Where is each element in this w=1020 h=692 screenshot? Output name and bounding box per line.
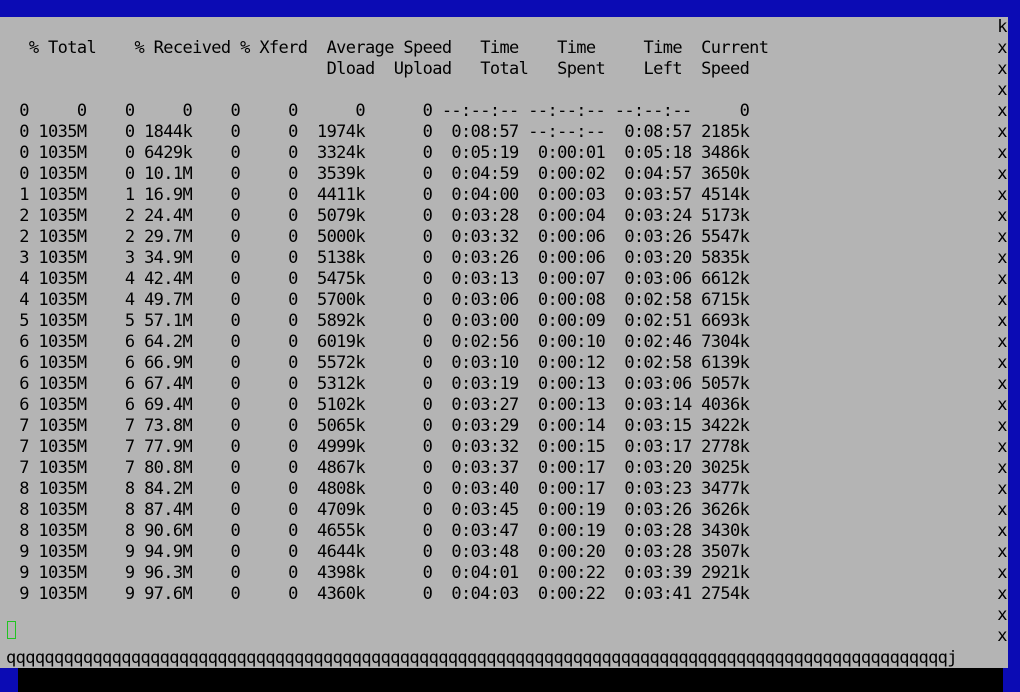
progress-line: 6 1035M 6 67.4M 0 0 5312k 0 0:03:19 0:00… xyxy=(0,374,750,394)
right-border-char: x xyxy=(997,227,1007,247)
progress-line: 2 1035M 2 29.7M 0 0 5000k 0 0:03:32 0:00… xyxy=(0,227,750,247)
right-border-char: x xyxy=(997,500,1007,520)
terminal-window[interactable]: % Total % Received % Xferd Average Speed… xyxy=(0,17,1008,668)
progress-line: 9 1035M 9 96.3M 0 0 4398k 0 0:04:01 0:00… xyxy=(0,563,750,583)
progress-line: 8 1035M 8 90.6M 0 0 4655k 0 0:03:47 0:00… xyxy=(0,521,750,541)
right-border-char: x xyxy=(997,458,1007,478)
progress-line: 9 1035M 9 97.6M 0 0 4360k 0 0:04:03 0:00… xyxy=(0,584,750,604)
progress-line: 1 1035M 1 16.9M 0 0 4411k 0 0:04:00 0:00… xyxy=(0,185,750,205)
progress-line: 4 1035M 4 49.7M 0 0 5700k 0 0:03:06 0:00… xyxy=(0,290,750,310)
progress-line: 2 1035M 2 24.4M 0 0 5079k 0 0:03:28 0:00… xyxy=(0,206,750,226)
right-border-column: kxxxxxxxxxxxxxxxxxxxxxxxxxxxxx xyxy=(995,17,1009,647)
progress-line: 6 1035M 6 66.9M 0 0 5572k 0 0:03:10 0:00… xyxy=(0,353,750,373)
right-border-char: x xyxy=(997,479,1007,499)
right-border-char: x xyxy=(997,38,1007,58)
right-border-char: x xyxy=(997,80,1007,100)
progress-line: 6 1035M 6 64.2M 0 0 6019k 0 0:02:56 0:00… xyxy=(0,332,750,352)
right-border-char: x xyxy=(997,563,1007,583)
right-border-char: x xyxy=(997,521,1007,541)
progress-line: 6 1035M 6 69.4M 0 0 5102k 0 0:03:27 0:00… xyxy=(0,395,750,415)
progress-line: 7 1035M 7 73.8M 0 0 5065k 0 0:03:29 0:00… xyxy=(0,416,750,436)
bottom-border-line: qqqqqqqqqqqqqqqqqqqqqqqqqqqqqqqqqqqqqqqq… xyxy=(6,648,958,668)
right-border-char: x xyxy=(997,353,1007,373)
right-border-char: x xyxy=(997,395,1007,415)
header-line: % Total % Received % Xferd Average Speed… xyxy=(0,38,769,58)
right-border-char: x xyxy=(997,311,1007,331)
right-border-char: x xyxy=(997,206,1007,226)
progress-line: 0 1035M 0 10.1M 0 0 3539k 0 0:04:59 0:00… xyxy=(0,164,750,184)
progress-line: 0 1035M 0 1844k 0 0 1974k 0 0:08:57 --:-… xyxy=(0,122,750,142)
progress-line: 8 1035M 8 87.4M 0 0 4709k 0 0:03:45 0:00… xyxy=(0,500,750,520)
status-bar xyxy=(18,668,1003,692)
right-border-char: x xyxy=(997,164,1007,184)
progress-line: 5 1035M 5 57.1M 0 0 5892k 0 0:03:00 0:00… xyxy=(0,311,750,331)
right-border-char: x xyxy=(997,584,1007,604)
right-border-char: x xyxy=(997,332,1007,352)
progress-line: 0 0 0 0 0 0 0 0 --:--:-- --:--:-- --:--:… xyxy=(0,101,750,121)
right-border-char: x xyxy=(997,437,1007,457)
progress-line: 9 1035M 9 94.9M 0 0 4644k 0 0:03:48 0:00… xyxy=(0,542,750,562)
right-border-char: x xyxy=(997,143,1007,163)
progress-line: 8 1035M 8 84.2M 0 0 4808k 0 0:03:40 0:00… xyxy=(0,479,750,499)
progress-line: 3 1035M 3 34.9M 0 0 5138k 0 0:03:26 0:00… xyxy=(0,248,750,268)
right-border-char: x xyxy=(997,122,1007,142)
right-border-char: x xyxy=(997,542,1007,562)
header-line: Dload Upload Total Spent Left Speed xyxy=(0,59,750,79)
right-border-char: x xyxy=(997,185,1007,205)
terminal-cursor xyxy=(7,621,16,639)
progress-line: 7 1035M 7 80.8M 0 0 4867k 0 0:03:37 0:00… xyxy=(0,458,750,478)
right-border-char: x xyxy=(997,626,1007,646)
scrollbar-strip[interactable] xyxy=(1008,38,1020,668)
right-border-char: x xyxy=(997,605,1007,625)
progress-line: 7 1035M 7 77.9M 0 0 4999k 0 0:03:32 0:00… xyxy=(0,437,750,457)
window-top-bar xyxy=(0,0,1020,17)
right-border-char: x xyxy=(997,101,1007,121)
progress-line: 4 1035M 4 42.4M 0 0 5475k 0 0:03:13 0:00… xyxy=(0,269,750,289)
right-border-char: k xyxy=(997,17,1007,37)
right-border-char: x xyxy=(997,269,1007,289)
right-border-char: x xyxy=(997,248,1007,268)
right-border-char: x xyxy=(997,416,1007,436)
right-border-char: x xyxy=(997,59,1007,79)
progress-line: 0 1035M 0 6429k 0 0 3324k 0 0:05:19 0:00… xyxy=(0,143,750,163)
right-border-char: x xyxy=(997,374,1007,394)
right-border-char: x xyxy=(997,290,1007,310)
